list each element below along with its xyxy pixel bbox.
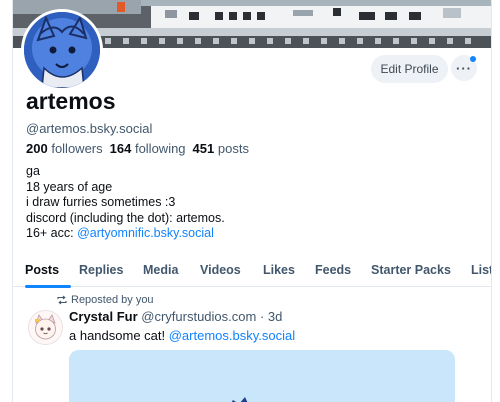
following-label: following: [134, 141, 186, 156]
tab-feeds[interactable]: Feeds: [315, 263, 351, 277]
edit-profile-button[interactable]: Edit Profile: [371, 55, 448, 83]
post-timestamp[interactable]: 3d: [268, 309, 282, 324]
post-author-handle[interactable]: @cryfurstudios.com: [141, 309, 256, 324]
profile-tabs: Posts Replies Media Videos Likes Feeds S…: [13, 256, 491, 287]
following-count: 164: [109, 141, 132, 156]
tab-videos[interactable]: Videos: [200, 263, 241, 277]
bio-alt-account-link[interactable]: @artyomnific.bsky.social: [77, 226, 214, 240]
post-text: a handsome cat! @artemos.bsky.social: [69, 328, 295, 343]
notification-dot: [470, 56, 476, 62]
repost-label: Reposted by you: [71, 294, 154, 306]
tab-likes[interactable]: Likes: [263, 263, 295, 277]
post-separator: ·: [259, 309, 265, 324]
post-header: Crystal Fur @cryfurstudios.com · 3d: [69, 309, 282, 324]
bio-line: 18 years of age: [26, 179, 113, 194]
post-author-avatar[interactable]: [28, 310, 63, 345]
post-text-body: a handsome cat!: [69, 328, 169, 343]
bio-prefix: 16+ acc:: [26, 226, 78, 240]
tab-starter-packs[interactable]: Starter Packs: [371, 263, 451, 277]
bio-line: ga: [26, 164, 40, 178]
post-mention-link[interactable]: @artemos.bsky.social: [169, 328, 295, 343]
followers-label: followers: [51, 141, 103, 156]
profile-page: Edit Profile ··· artemos @artemos.bsky.s…: [0, 0, 500, 402]
following-link[interactable]: 164 following: [110, 141, 186, 156]
profile-display-name: artemos: [26, 88, 116, 114]
post-author-name[interactable]: Crystal Fur: [69, 309, 138, 324]
followers-link[interactable]: 200 followers: [26, 141, 103, 156]
profile-stats: 200 followers 164 following 451 posts: [26, 141, 249, 156]
profile-bio: ga 18 years of age i draw furries someti…: [26, 164, 225, 242]
followers-count: 200: [26, 141, 48, 156]
profile-column: Edit Profile ··· artemos @artemos.bsky.s…: [12, 0, 492, 402]
profile-avatar[interactable]: [21, 9, 103, 91]
post-image[interactable]: [69, 350, 455, 402]
tab-media[interactable]: Media: [143, 263, 178, 277]
tab-posts[interactable]: Posts: [25, 263, 59, 277]
tab-lists[interactable]: Lists: [471, 263, 491, 277]
bio-line: 16+ acc: @artyomnific.bsky.social: [26, 226, 225, 242]
repost-icon: [57, 295, 67, 305]
repost-indicator[interactable]: Reposted by you: [57, 294, 154, 306]
posts-count: 451: [192, 141, 215, 156]
posts-label: posts: [217, 141, 249, 156]
profile-handle: @artemos.bsky.social: [26, 121, 153, 136]
tab-replies[interactable]: Replies: [79, 263, 123, 277]
bio-line: discord (including the dot): artemos.: [26, 210, 225, 225]
bio-line: i draw furries sometimes :3: [26, 195, 176, 209]
active-tab-indicator: [25, 285, 71, 288]
more-dots-icon: ···: [456, 60, 472, 76]
